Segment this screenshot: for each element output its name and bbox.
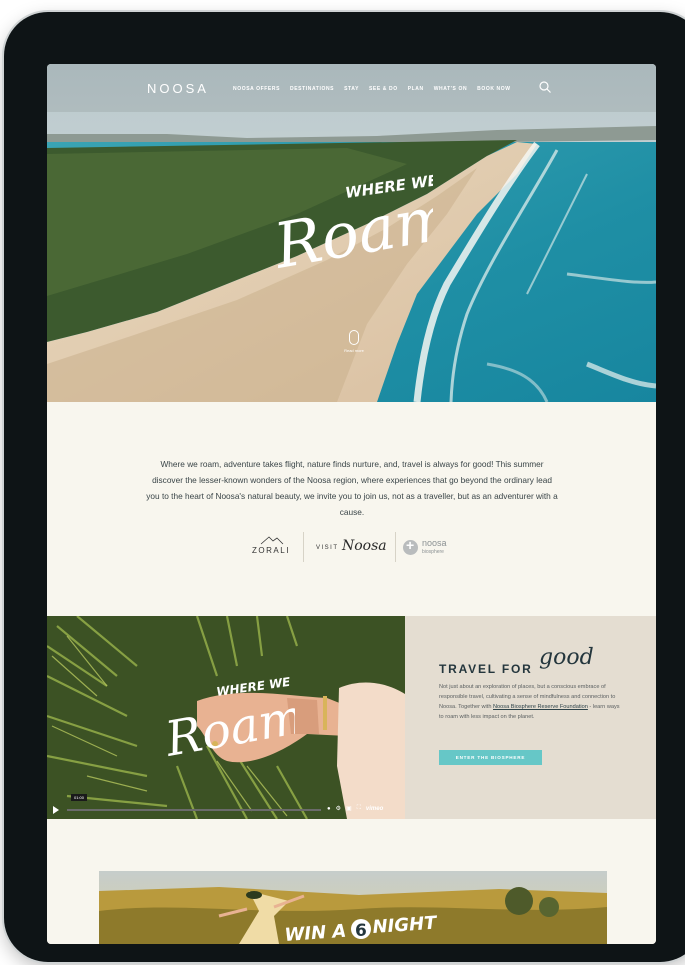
promo-text-start: WIN A: [284, 921, 347, 944]
video-roam-title: WHERE WE Roam: [165, 675, 295, 768]
nav-item-see-and-do[interactable]: SEE & DO: [369, 86, 398, 92]
travel-heading: TRAVEL FOR: [439, 662, 533, 676]
enter-biosphere-button[interactable]: ENTER THE BIOSPHERE: [439, 750, 542, 765]
settings-icon[interactable]: ⚙: [336, 805, 341, 812]
video-controls: 01:00 ● ⚙ ▣ ⛶ vimeo: [47, 794, 405, 819]
tablet-frame: NOOSA NOOSA OFFERS DESTINATIONS STAY SEE…: [4, 12, 685, 962]
fullscreen-icon[interactable]: ⛶: [357, 805, 361, 812]
picture-in-picture-icon[interactable]: ▣: [346, 805, 352, 812]
mountain-icon: [260, 536, 284, 545]
video-player[interactable]: WHERE WE Roam 01:00 ● ⚙ ▣ ⛶ vimeo: [47, 616, 405, 819]
biosphere-icon: [403, 537, 418, 555]
biosphere-text-top: noosa: [422, 538, 447, 548]
travel-script-word: good: [539, 645, 594, 670]
play-icon[interactable]: [53, 806, 59, 814]
hero-section: NOOSA NOOSA OFFERS DESTINATIONS STAY SEE…: [47, 64, 656, 402]
website-viewport: NOOSA NOOSA OFFERS DESTINATIONS STAY SEE…: [47, 64, 656, 944]
hero-title-main: Roam: [273, 180, 433, 283]
zorali-text: ZORALI: [252, 546, 290, 555]
scroll-down-indicator[interactable]: Read more: [341, 330, 367, 364]
promo-number: 6: [355, 921, 367, 941]
partner-logos: ZORALI VISIT Noosa noosa biosphere: [243, 532, 463, 564]
promo-section: WIN A 6 NIGHT: [47, 819, 656, 944]
nav-item-stay[interactable]: STAY: [344, 86, 359, 92]
biosphere-text-bottom: biosphere: [422, 549, 444, 555]
nav-item-plan[interactable]: PLAN: [408, 86, 424, 92]
nav-item-noosa-offers[interactable]: NOOSA OFFERS: [233, 86, 280, 92]
visit-script-text: Noosa: [342, 538, 387, 554]
zorali-logo[interactable]: ZORALI: [249, 532, 293, 562]
partner-divider: [303, 532, 304, 562]
noosa-biosphere-logo[interactable]: noosa biosphere: [403, 537, 463, 558]
biosphere-foundation-link[interactable]: Noosa Biosphere Reserve Foundation: [493, 704, 588, 710]
visit-noosa-logo[interactable]: VISIT Noosa: [316, 538, 390, 558]
video-control-icons: ● ⚙ ▣ ⛶ vimeo: [327, 805, 383, 812]
visit-text: VISIT: [316, 545, 339, 551]
search-icon[interactable]: [538, 80, 552, 94]
nav-item-destinations[interactable]: DESTINATIONS: [290, 86, 334, 92]
intro-paragraph: Where we roam, adventure takes flight, n…: [146, 459, 558, 517]
video-timecode: 01:00: [71, 794, 88, 801]
travel-for-good-panel: TRAVEL FOR good Not just about an explor…: [405, 616, 656, 819]
intro-section: Where we roam, adventure takes flight, n…: [47, 402, 656, 616]
main-menu: NOOSA OFFERS DESTINATIONS STAY SEE & DO …: [233, 86, 511, 92]
top-navigation: NOOSA NOOSA OFFERS DESTINATIONS STAY SEE…: [47, 64, 656, 112]
travel-body-text: Not just about an exploration of places,…: [439, 682, 625, 722]
hero-roam-title: WHERE WE Roam: [273, 171, 433, 283]
volume-icon[interactable]: ●: [327, 806, 331, 812]
site-logo[interactable]: NOOSA: [147, 81, 209, 96]
vimeo-logo[interactable]: vimeo: [366, 806, 383, 812]
partner-divider: [395, 532, 396, 562]
video-title-main: Roam: [165, 689, 295, 768]
nav-item-book-now[interactable]: BOOK NOW: [477, 86, 510, 92]
win-promo-banner[interactable]: WIN A 6 NIGHT: [99, 871, 607, 944]
nav-item-whats-on[interactable]: WHAT'S ON: [434, 86, 467, 92]
video-progress-bar[interactable]: [67, 809, 321, 811]
scroll-label: Read more: [344, 348, 364, 353]
mouse-icon: [349, 330, 359, 345]
promo-landscape-image: WIN A 6 NIGHT: [99, 871, 607, 944]
